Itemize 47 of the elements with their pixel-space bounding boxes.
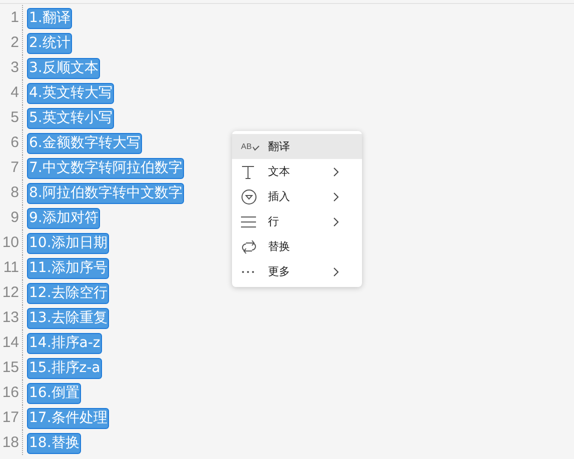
line-text: 11.添加序号	[27, 258, 110, 278]
line-number: 4	[0, 80, 23, 105]
line-number: 18	[0, 430, 23, 455]
line-text: 13.去除重复	[27, 308, 110, 328]
line-number: 15	[0, 355, 23, 380]
menu-item[interactable]: 行	[232, 209, 362, 234]
line-number: 9	[0, 205, 23, 230]
line-text: 17.条件处理	[27, 408, 110, 428]
menu-item[interactable]: AB 翻译	[232, 134, 362, 159]
line-text: 12.去除空行	[27, 282, 110, 304]
line-text: 9.添加对符	[27, 208, 100, 228]
line-number: 17	[0, 405, 23, 430]
line-number: 7	[0, 155, 23, 180]
line-text: 6.金额数字转大写	[27, 132, 142, 154]
line-text: 2.统计	[27, 32, 72, 54]
text-icon	[241, 164, 255, 178]
line-text: 8.阿拉伯数字转中文数字	[27, 182, 184, 204]
line-number: 13	[0, 305, 23, 330]
menu-item[interactable]: 插入	[232, 184, 362, 209]
line-number: 11	[0, 255, 23, 280]
line-number: 6	[0, 130, 23, 155]
line-number: 1	[0, 5, 23, 30]
line-number: 12	[0, 280, 23, 305]
menu-item[interactable]: 文本	[232, 159, 362, 184]
line-text: 7.中文数字转阿拉伯数字	[27, 158, 184, 178]
line-text: 14.排序a-z	[27, 332, 102, 354]
line-text: 3.反顺文本	[27, 58, 100, 78]
line-number: 5	[0, 105, 23, 130]
menu-item[interactable]: 替换	[232, 234, 362, 259]
line-number: 10	[0, 230, 23, 255]
line-text: 10.添加日期	[27, 232, 110, 254]
line-number: 16	[0, 380, 23, 405]
line-number: 8	[0, 180, 23, 205]
line-text: 18.替换	[27, 432, 82, 454]
lines-icon	[241, 216, 256, 228]
menu-item[interactable]: 更多	[232, 259, 362, 284]
more-icon	[241, 270, 255, 274]
line-text: 15.排序z-a	[27, 358, 102, 378]
line-text: 5.英文转小写	[27, 108, 114, 128]
replace-icon	[241, 238, 257, 254]
line-text: 16.倒置	[27, 382, 82, 404]
line-text: 1.翻译	[27, 8, 72, 28]
dropdown-icon	[241, 188, 257, 204]
line-text: 4.英文转大写	[27, 82, 114, 104]
line-number: 2	[0, 30, 23, 55]
line-number: 14	[0, 330, 23, 355]
line-number: 3	[0, 55, 23, 80]
